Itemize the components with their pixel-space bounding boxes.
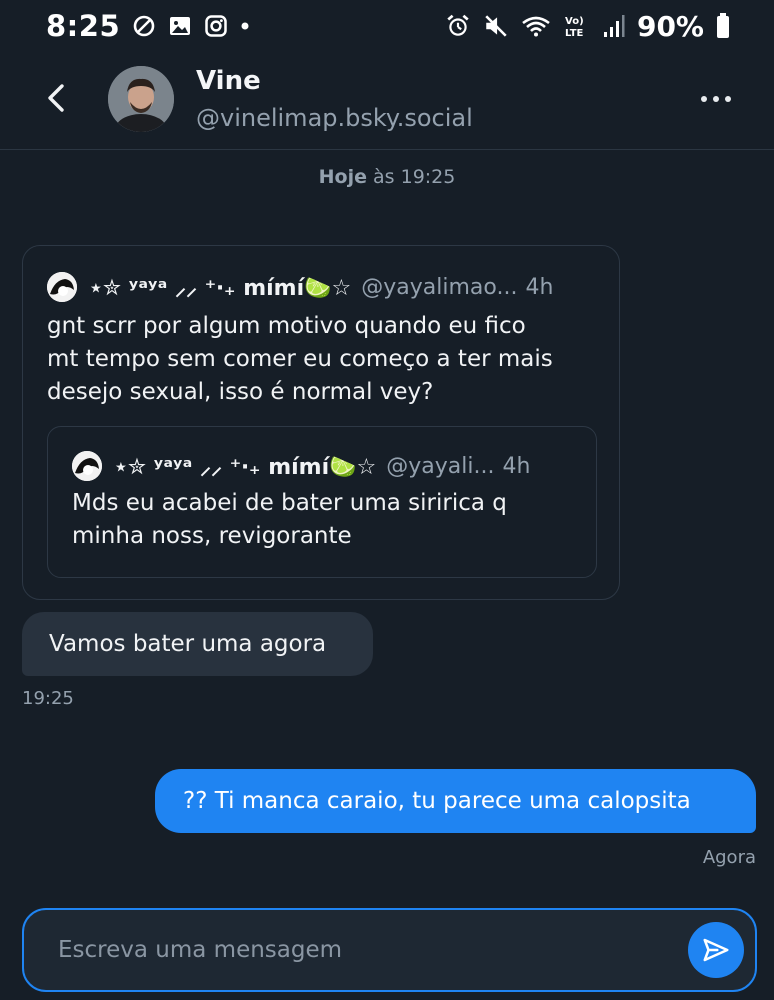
embedded-post-card[interactable]: ⋆✮ ʸᵃʸᵃ ⸝⸝ ⁺‧₊ mímí🍋‍🟩☆ @yayalimao... 4h… <box>22 245 620 600</box>
status-bar: 8:25 Vo) LTE 90% <box>0 0 774 52</box>
post-text-line: mt tempo sem comer eu começo a ter mais <box>47 346 553 372</box>
do-not-disturb-icon <box>132 14 156 38</box>
status-time: 8:25 <box>46 9 121 43</box>
back-button[interactable] <box>36 78 76 118</box>
post-time: 4h <box>525 274 554 300</box>
post-text-line: desejo sexual, isso é normal vey? <box>47 379 434 405</box>
contact-avatar[interactable] <box>108 66 174 132</box>
embedded-post-text: gnt scrr por algum motivo quando eu fico… <box>47 310 553 409</box>
quoted-post-text: Mds eu acabei de bater uma siririca q mi… <box>72 487 507 553</box>
contact-handle: @vinelimap.bsky.social <box>196 104 473 132</box>
quoted-post-header: ⋆✮ ʸᵃʸᵃ ⸝⸝ ⁺‧₊ mímí🍋‍🟩☆ @yayali... 4h <box>72 451 530 481</box>
alarm-icon <box>445 13 471 39</box>
signal-icon <box>603 14 625 38</box>
instagram-icon <box>204 14 228 38</box>
chat-screen: 8:25 Vo) LTE 90% Vine @vinelimap.bsky.so… <box>0 0 774 1000</box>
contact-name: Vine <box>196 66 261 96</box>
volte-icon: Vo) LTE <box>563 13 591 39</box>
status-left: 8:25 <box>46 9 250 43</box>
wifi-icon <box>521 13 551 39</box>
received-message-time: 19:25 <box>22 688 74 709</box>
date-separator-day: Hoje <box>318 166 367 188</box>
post-author-name: ⋆✮ ʸᵃʸᵃ ⸝⸝ ⁺‧₊ mímí🍋‍🟩☆ <box>89 276 352 301</box>
sent-message-time: Agora <box>702 847 756 868</box>
post-author-avatar <box>47 272 77 302</box>
sent-message-bubble[interactable]: ?? Ti manca caraio, tu parece uma calops… <box>155 769 756 833</box>
quoted-author-name: ⋆✮ ʸᵃʸᵃ ⸝⸝ ⁺‧₊ mímí🍋‍🟩☆ <box>114 455 377 480</box>
quoted-author-avatar <box>72 451 102 481</box>
battery-percent: 90% <box>636 9 704 43</box>
post-text-line: gnt scrr por algum motivo quando eu fico <box>47 313 526 339</box>
received-message-bubble[interactable]: Vamos bater uma agora <box>22 612 373 676</box>
date-separator-time: às 19:25 <box>366 166 456 188</box>
more-dot-icon <box>713 96 719 102</box>
conversation-header: Vine @vinelimap.bsky.social <box>0 52 774 150</box>
quoted-post-card[interactable]: ⋆✮ ʸᵃʸᵃ ⸝⸝ ⁺‧₊ mímí🍋‍🟩☆ @yayali... 4h Md… <box>47 426 597 578</box>
send-button[interactable] <box>688 922 744 978</box>
quoted-author-handle: @yayali... <box>386 453 495 479</box>
date-separator: Hoje às 19:25 <box>0 166 774 188</box>
status-right: Vo) LTE 90% <box>445 10 730 43</box>
quoted-text-line: minha noss, revigorante <box>72 523 352 549</box>
message-input[interactable] <box>58 928 658 972</box>
more-options-button[interactable] <box>694 84 738 114</box>
message-composer <box>22 908 757 992</box>
more-dot-icon <box>701 96 707 102</box>
quoted-post-time: 4h <box>502 453 531 479</box>
more-dot-icon <box>725 96 731 102</box>
mute-icon <box>483 13 509 39</box>
embedded-post-header: ⋆✮ ʸᵃʸᵃ ⸝⸝ ⁺‧₊ mímí🍋‍🟩☆ @yayalimao... 4h <box>47 272 553 302</box>
send-icon <box>703 938 729 962</box>
post-author-handle: @yayalimao... <box>361 274 518 300</box>
svg-text:LTE: LTE <box>565 28 584 39</box>
quoted-text-line: Mds eu acabei de bater uma siririca q <box>72 490 507 516</box>
gallery-icon <box>168 14 192 38</box>
chevron-left-icon <box>48 84 64 112</box>
svg-text:Vo): Vo) <box>565 16 584 27</box>
battery-icon <box>716 13 730 39</box>
dot-icon <box>240 21 250 31</box>
